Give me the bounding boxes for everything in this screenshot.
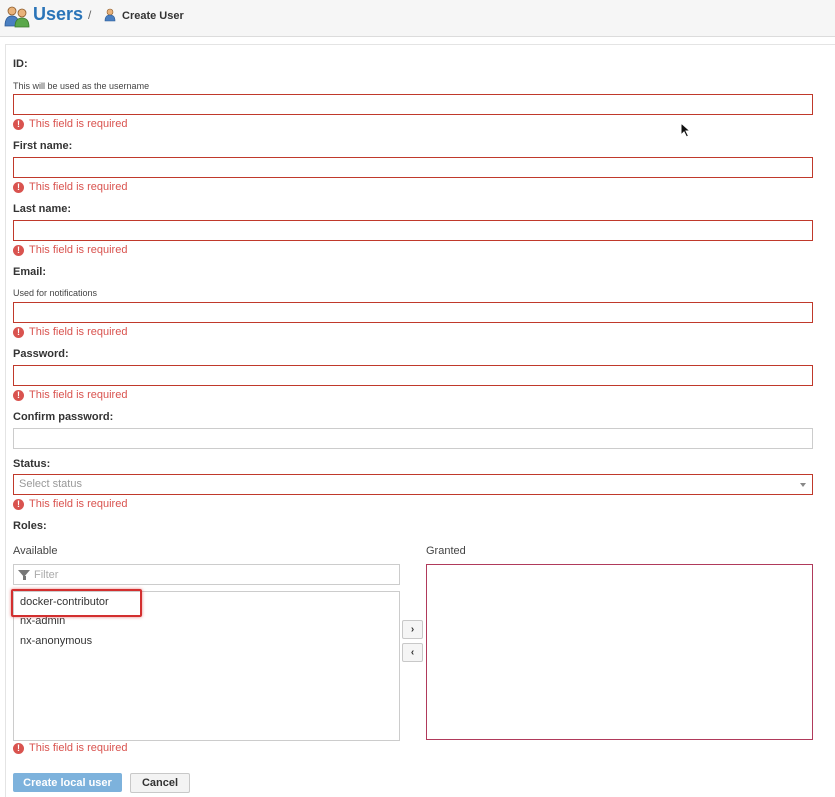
filter-input[interactable]: Filter bbox=[13, 564, 400, 585]
status-select[interactable]: Select status bbox=[13, 474, 813, 495]
password-input[interactable] bbox=[13, 365, 813, 386]
email-error: ! This field is required bbox=[13, 326, 127, 338]
error-icon: ! bbox=[13, 244, 24, 256]
create-local-user-button[interactable]: Create local user bbox=[13, 773, 122, 792]
confirm-password-label: Confirm password: bbox=[13, 411, 114, 423]
first-name-input[interactable] bbox=[13, 157, 813, 178]
move-left-button[interactable]: ‹ bbox=[402, 643, 423, 662]
filter-icon-stem bbox=[23, 576, 26, 580]
role-item-nx-anonymous[interactable]: nx-anonymous bbox=[20, 635, 92, 647]
breadcrumb-separator: / bbox=[88, 8, 92, 22]
password-label: Password: bbox=[13, 348, 69, 360]
top-bar: Users / Create User bbox=[0, 0, 835, 37]
id-input[interactable] bbox=[13, 94, 813, 115]
email-label: Email: bbox=[13, 266, 47, 278]
mouse-cursor-icon bbox=[680, 122, 692, 138]
available-label: Available bbox=[13, 545, 58, 557]
error-icon: ! bbox=[13, 326, 24, 338]
roles-error: ! This field is required bbox=[13, 742, 127, 754]
chevron-left-icon: ‹ bbox=[410, 647, 415, 658]
filter-placeholder: Filter bbox=[34, 569, 59, 581]
error-icon: ! bbox=[13, 742, 24, 754]
granted-roles-list[interactable] bbox=[426, 564, 813, 740]
error-icon: ! bbox=[13, 389, 24, 401]
roles-label: Roles: bbox=[13, 520, 47, 532]
error-icon: ! bbox=[13, 118, 24, 130]
password-error: ! This field is required bbox=[13, 389, 127, 401]
confirm-password-input[interactable] bbox=[13, 428, 813, 449]
id-help: This will be used as the username bbox=[13, 81, 150, 91]
status-label: Status: bbox=[13, 458, 51, 470]
last-name-error: ! This field is required bbox=[13, 244, 127, 256]
first-name-error: ! This field is required bbox=[13, 181, 127, 193]
id-error: ! This field is required bbox=[13, 118, 127, 130]
move-right-button[interactable]: › bbox=[402, 620, 423, 639]
email-help: Used for notifications bbox=[13, 288, 98, 298]
breadcrumb-current: Create User bbox=[122, 10, 184, 22]
user-icon bbox=[104, 8, 116, 22]
error-icon: ! bbox=[13, 498, 24, 510]
status-error: ! This field is required bbox=[13, 498, 127, 510]
granted-label: Granted bbox=[426, 545, 466, 557]
last-name-input[interactable] bbox=[13, 220, 813, 241]
dropdown-caret-icon[interactable] bbox=[800, 483, 806, 487]
status-placeholder: Select status bbox=[19, 478, 82, 490]
users-icon bbox=[4, 6, 30, 28]
cancel-button[interactable]: Cancel bbox=[130, 773, 190, 793]
error-icon: ! bbox=[13, 181, 24, 193]
last-name-label: Last name: bbox=[13, 203, 72, 215]
first-name-label: First name: bbox=[13, 140, 73, 152]
page-title[interactable]: Users bbox=[33, 4, 83, 25]
highlight-box bbox=[11, 589, 142, 617]
chevron-right-icon: › bbox=[410, 624, 415, 635]
id-label: ID: bbox=[13, 58, 28, 70]
email-input[interactable] bbox=[13, 302, 813, 323]
